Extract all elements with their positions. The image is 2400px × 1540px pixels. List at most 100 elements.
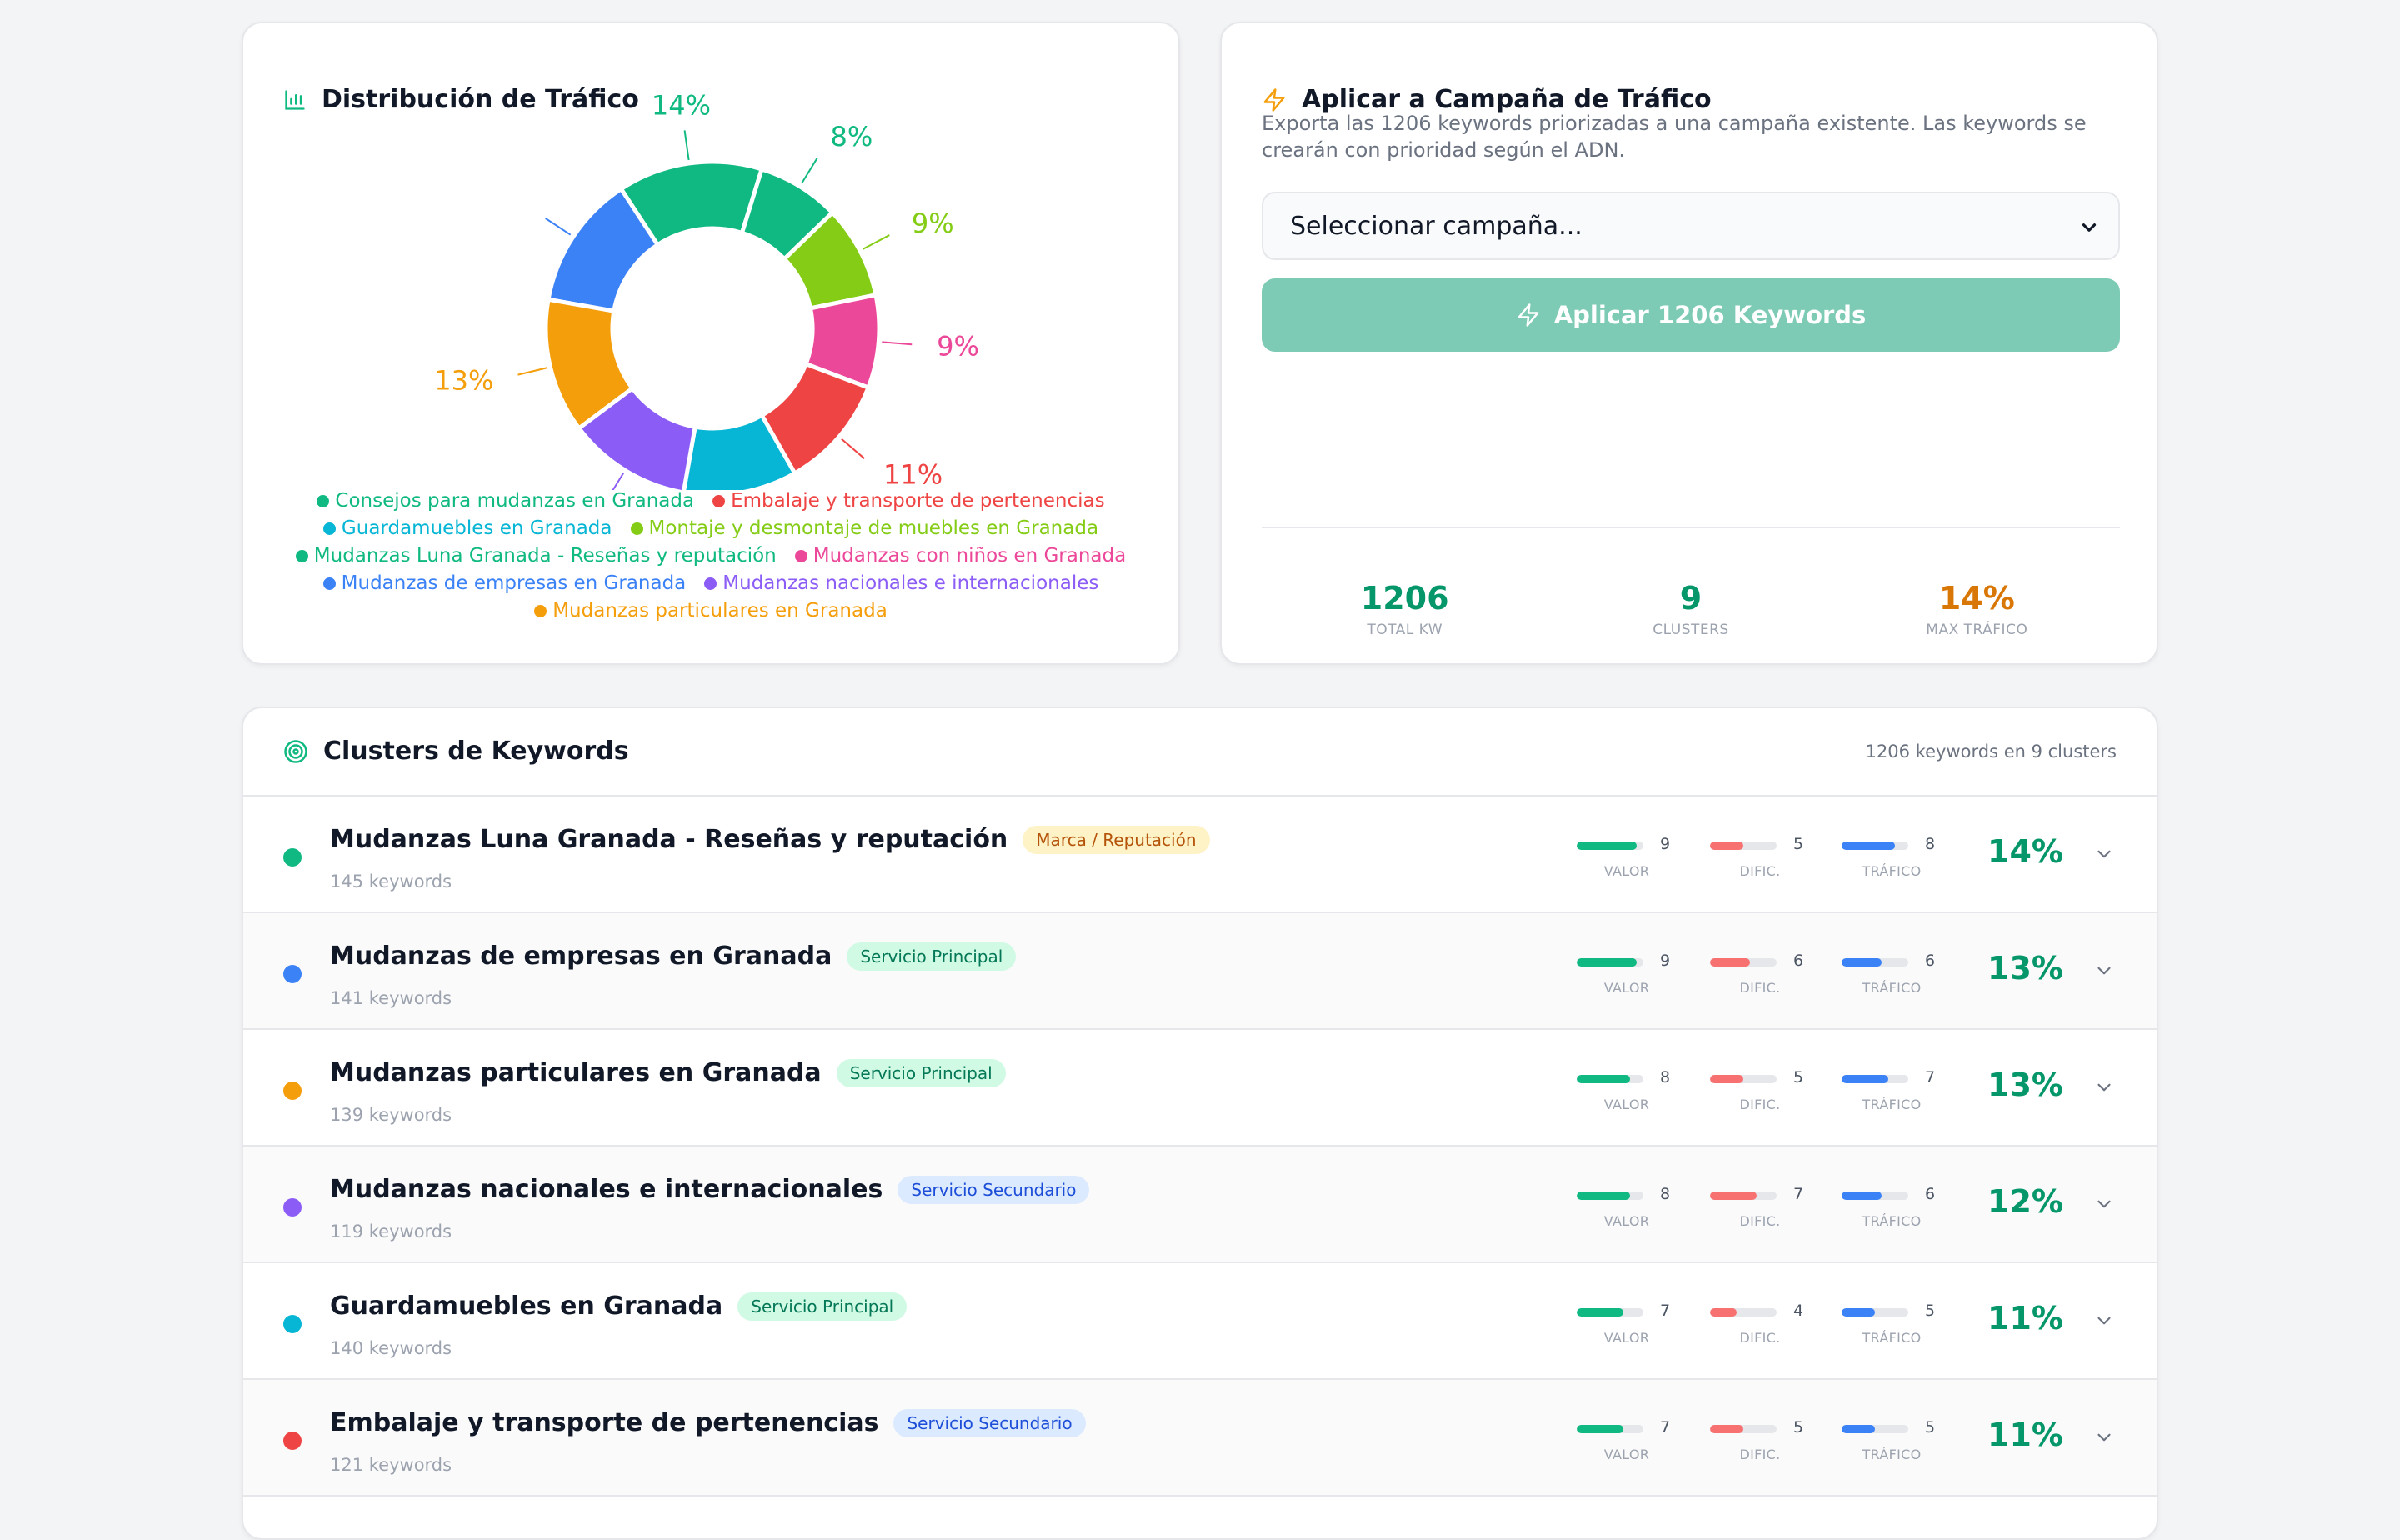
legend-item[interactable]: Montaje y desmontaje de muebles en Grana…	[630, 518, 1099, 540]
metric-bar-fill	[1577, 842, 1637, 850]
metric-bar-track	[1577, 842, 1643, 850]
stat-label: CLUSTERS	[1652, 622, 1729, 638]
clusters-title-group: Clusters de Keywords	[283, 737, 629, 766]
cluster-row[interactable]: Mudanzas Luna Granada - Reseñas y reputa…	[243, 797, 2157, 913]
stat-label: MAX TRÁFICO	[1926, 622, 2028, 638]
stat-clusters: 9 CLUSTERS	[1548, 580, 1833, 638]
metric-bar-fill	[1842, 1075, 1888, 1083]
metric-dific: 5 DIFIC.	[1710, 1068, 1827, 1118]
keyword-clusters-card: Clusters de Keywords 1206 keywords en 9 …	[242, 707, 2158, 1540]
metric-label: VALOR	[1603, 1447, 1650, 1462]
metric-value: 8	[1925, 835, 1936, 853]
metric-bar-track	[1842, 1308, 1908, 1317]
metric-bar-track	[1577, 958, 1643, 967]
metric-label: TRÁFICO	[1862, 1213, 1922, 1229]
legend-label: Mudanzas con niños en Granada	[812, 545, 1127, 567]
metric-bar-track	[1710, 1192, 1777, 1200]
metric-label: TRÁFICO	[1862, 863, 1922, 879]
metric-bar-track	[1710, 958, 1777, 967]
cluster-title-line: Mudanzas nacionales e internacionales Ser…	[330, 1175, 1090, 1204]
metric-dific: 5 DIFIC.	[1710, 835, 1827, 885]
cluster-row[interactable]: Mudanzas nacionales e internacionales Ser…	[243, 1147, 2157, 1263]
cluster-row[interactable]: Embalaje y transporte de pertenencias Ser…	[243, 1380, 2157, 1497]
slice-label: 13%	[434, 365, 493, 397]
metric-value: 5	[1925, 1418, 1936, 1437]
metric-value: 7	[1925, 1068, 1936, 1087]
legend-item[interactable]: Embalaje y transporte de pertenencias	[712, 490, 1105, 512]
stat-max-trafico: 14% MAX TRÁFICO	[1834, 580, 2120, 638]
lightning-icon	[1263, 88, 1285, 112]
metric-label: VALOR	[1603, 1213, 1650, 1229]
metric-label: VALOR	[1603, 1330, 1650, 1346]
chevron-down-icon[interactable]	[2093, 960, 2115, 982]
chevron-down-icon[interactable]	[2093, 1310, 2115, 1332]
metric-bar-track	[1577, 1308, 1643, 1317]
metric-value: 6	[1925, 1185, 1936, 1203]
metric-bar-track	[1710, 1308, 1777, 1317]
cluster-type-badge: Servicio Secundario	[898, 1175, 1090, 1204]
metric-value: 7	[1660, 1418, 1671, 1437]
metric-label: DIFIC.	[1739, 1097, 1781, 1112]
metric-label: VALOR	[1603, 980, 1650, 996]
metric-trafico: 8 TRÁFICO	[1842, 835, 1958, 885]
legend-swatch	[630, 522, 643, 535]
apply-keywords-button[interactable]: Aplicar 1206 Keywords	[1262, 278, 2120, 352]
legend-swatch	[712, 495, 726, 508]
metric-trafico: 5 TRÁFICO	[1842, 1302, 1958, 1352]
metric-dific: 4 DIFIC.	[1710, 1302, 1827, 1352]
legend-item[interactable]: Mudanzas nacionales e internacionales	[704, 572, 1098, 595]
legend-item[interactable]: Mudanzas con niños en Granada	[794, 545, 1127, 568]
metric-bar-track	[1842, 842, 1908, 850]
cluster-keyword-count: 121 keywords	[330, 1455, 452, 1475]
donut-chart: 14%8%9%9%11%11%12%13%	[434, 90, 979, 490]
metric-valor: 8 VALOR	[1577, 1185, 1693, 1235]
cluster-name: Mudanzas de empresas en Granada	[330, 942, 832, 971]
cluster-keyword-count: 140 keywords	[330, 1338, 452, 1358]
metric-value: 5	[1925, 1302, 1936, 1320]
chevron-down-icon[interactable]	[2093, 1427, 2115, 1448]
stat-value: 9	[1679, 580, 1702, 617]
chevron-down-icon[interactable]	[2093, 1077, 2115, 1098]
legend-item[interactable]: Mudanzas Luna Granada - Reseñas y reputa…	[295, 545, 777, 568]
legend-item[interactable]: Consejos para mudanzas en Granada	[317, 490, 694, 512]
cluster-row[interactable]: Guardamuebles en Granada Servicio Princip…	[243, 1263, 2157, 1380]
cluster-row[interactable]: Mudanzas de empresas en Granada Servicio …	[243, 913, 2157, 1030]
legend-swatch	[794, 550, 808, 562]
metric-value: 6	[1925, 952, 1936, 970]
cluster-name: Mudanzas Luna Granada - Reseñas y reputa…	[330, 825, 1008, 854]
metric-bar-fill	[1710, 1308, 1737, 1317]
metric-bar-fill	[1710, 1425, 1743, 1433]
cluster-keyword-count: 119 keywords	[330, 1222, 452, 1242]
legend-item[interactable]: Mudanzas particulares en Granada	[534, 600, 888, 622]
cluster-name: Mudanzas nacionales e internacionales	[330, 1175, 883, 1204]
metric-bar-track	[1577, 1425, 1643, 1433]
legend-label: Montaje y desmontaje de muebles en Grana…	[648, 518, 1099, 539]
legend-swatch	[534, 605, 548, 618]
campaign-select[interactable]: Seleccionar campaña...	[1262, 192, 2120, 260]
metric-bar-fill	[1842, 842, 1895, 850]
metric-bar-track	[1842, 1425, 1908, 1433]
chevron-down-icon[interactable]	[2093, 1193, 2115, 1215]
metric-bar-fill	[1577, 1425, 1623, 1433]
campaign-stats: 1206 TOTAL KW 9 CLUSTERS 14% MAX TRÁFICO	[1262, 580, 2120, 638]
metric-dific: 5 DIFIC.	[1710, 1418, 1827, 1468]
legend-item[interactable]: Mudanzas de empresas en Granada	[322, 572, 686, 595]
legend-label: Mudanzas particulares en Granada	[552, 600, 888, 622]
cluster-traffic-pct: 13%	[1988, 950, 2063, 987]
cluster-title-line: Embalaje y transporte de pertenencias Ser…	[330, 1408, 1086, 1438]
cluster-row[interactable]: Mudanzas particulares en Granada Servicio…	[243, 1030, 2157, 1147]
chevron-down-icon[interactable]	[2093, 843, 2115, 865]
stats-divider	[1262, 527, 2120, 528]
metric-valor: 9 VALOR	[1577, 835, 1693, 885]
metric-label: VALOR	[1603, 1097, 1650, 1112]
metric-value: 5	[1793, 835, 1804, 853]
metric-bar-fill	[1710, 842, 1743, 850]
cluster-title-line: Mudanzas particulares en Granada Servicio…	[330, 1058, 1006, 1088]
metric-label: DIFIC.	[1739, 863, 1781, 879]
metric-bar-track	[1710, 1425, 1777, 1433]
metric-bar-track	[1842, 958, 1908, 967]
cluster-title-line: Guardamuebles en Granada Servicio Princip…	[330, 1292, 908, 1321]
cluster-traffic-pct: 12%	[1988, 1183, 2063, 1220]
legend-item[interactable]: Guardamuebles en Granada	[322, 518, 612, 540]
metric-value: 7	[1660, 1302, 1671, 1320]
